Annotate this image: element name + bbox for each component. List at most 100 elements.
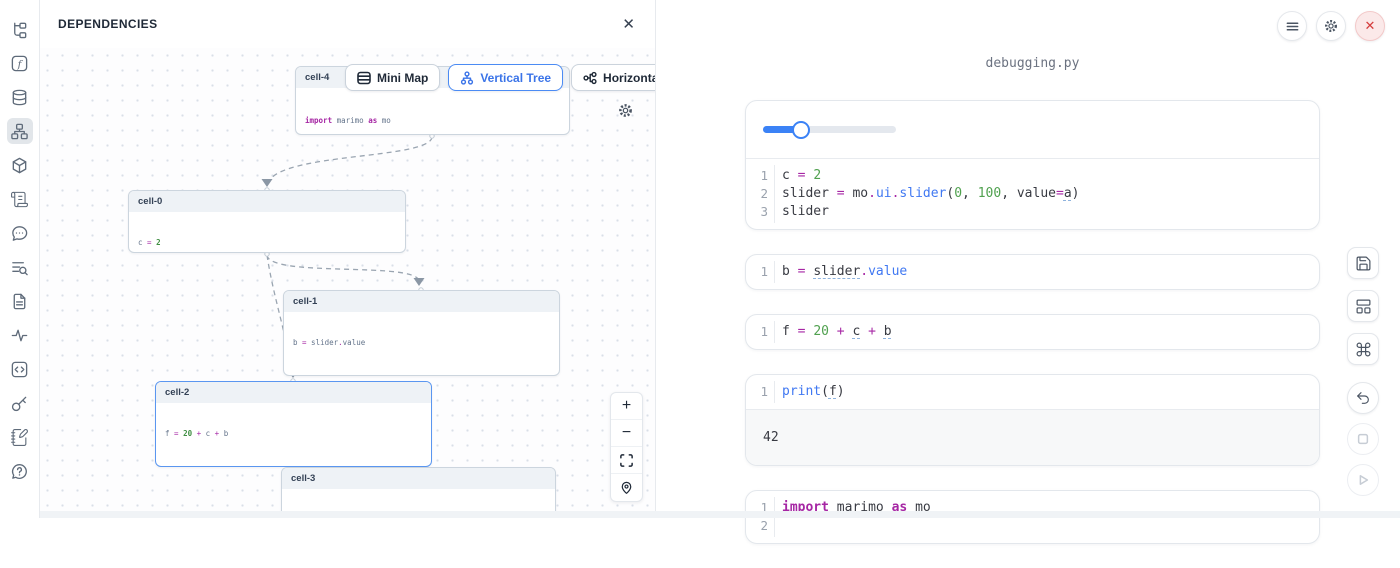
help-icon xyxy=(10,462,29,481)
function-icon: f xyxy=(10,54,29,73)
sidebar-item-dependencies[interactable] xyxy=(7,118,33,144)
mini-map-label: Mini Map xyxy=(377,71,428,85)
center-view-button[interactable] xyxy=(611,474,642,501)
mini-map-icon xyxy=(357,71,371,85)
code-line: slider xyxy=(774,203,829,221)
sidebar-item-chat[interactable] xyxy=(7,220,33,246)
line-number: 2 xyxy=(746,517,774,535)
gear-icon xyxy=(1323,18,1339,34)
hamburger-menu-icon xyxy=(1285,19,1300,34)
graph-node-cell-0[interactable]: cell-0 c = 2 slider = mo.ui.slider(0, 10… xyxy=(128,190,406,253)
code-editor[interactable]: 1b = slider.value xyxy=(746,255,1319,289)
horizontal-tree-label: Horizontal Tree xyxy=(603,71,655,85)
notebook-settings-button[interactable] xyxy=(1316,11,1346,41)
code-line: slider = mo.ui.slider(0, 100, value=a) xyxy=(774,185,1079,203)
arrowhead xyxy=(414,278,425,286)
undo-button[interactable] xyxy=(1347,382,1379,414)
vertical-tree-icon xyxy=(460,71,474,85)
panel-title: DEPENDENCIES xyxy=(58,17,158,31)
code-line: c = 2 xyxy=(774,167,821,185)
code-editor[interactable]: 1f = 20 + c + b xyxy=(746,315,1319,349)
line-number: 1 xyxy=(746,323,774,341)
close-panel-button[interactable]: ✕ xyxy=(622,17,635,32)
notebook-cell: 1b = slider.value xyxy=(745,254,1320,290)
dependency-graph-icon xyxy=(10,122,29,141)
graph-node-cell-1[interactable]: cell-1 b = slider.value xyxy=(283,290,560,376)
line-number: 1 xyxy=(746,263,774,281)
zoom-in-button[interactable]: + xyxy=(611,393,642,420)
code-line xyxy=(774,517,782,535)
graph-settings-button[interactable] xyxy=(617,102,634,122)
line-number: 3 xyxy=(746,203,774,221)
graph-node-cell-2[interactable]: cell-2 f = 20 + c + b xyxy=(155,381,432,467)
dependencies-panel: DEPENDENCIES ✕ xyxy=(40,0,656,518)
dependencies-header: DEPENDENCIES ✕ xyxy=(40,0,655,48)
activity-icon xyxy=(10,326,29,345)
sidebar-item-tracing[interactable] xyxy=(7,322,33,348)
shutdown-button[interactable]: ✕ xyxy=(1355,11,1385,41)
sidebar-item-snippets[interactable] xyxy=(7,356,33,382)
svg-text:f: f xyxy=(17,58,24,70)
code-line: f = 20 + c + b xyxy=(774,323,892,341)
graph-node-code: c = 2 slider = mo.ui.slider(0, 100, valu… xyxy=(129,212,405,253)
fit-view-button[interactable] xyxy=(611,447,642,474)
slider-widget[interactable] xyxy=(763,126,896,133)
edge-cell0-cell1 xyxy=(267,255,419,281)
fit-view-icon xyxy=(619,453,634,468)
sidebar-item-search[interactable] xyxy=(7,254,33,280)
graph-node-title: cell-1 xyxy=(284,291,559,312)
sidebar-item-packages[interactable] xyxy=(7,152,33,178)
horizontal-tree-button[interactable]: Horizontal Tree xyxy=(571,64,655,91)
arrowhead xyxy=(262,179,273,187)
code-editor[interactable]: 1c = 2 2slider = mo.ui.slider(0, 100, va… xyxy=(746,159,1319,229)
vertical-tree-label: Vertical Tree xyxy=(480,71,551,85)
vertical-tree-button[interactable]: Vertical Tree xyxy=(448,64,563,91)
stop-square-icon xyxy=(1356,432,1370,446)
code-editor[interactable]: 1print(f) xyxy=(746,375,1319,409)
sidebar-item-file-tree[interactable] xyxy=(7,16,33,42)
package-cube-icon xyxy=(10,156,29,175)
key-icon xyxy=(10,394,29,413)
sidebar-item-scratchpad[interactable] xyxy=(7,424,33,450)
document-icon xyxy=(10,292,29,311)
line-number: 1 xyxy=(746,167,774,185)
command-palette-button[interactable] xyxy=(1347,333,1379,365)
sidebar-item-secrets[interactable] xyxy=(7,390,33,416)
command-key-icon xyxy=(1355,341,1372,358)
save-floppy-icon xyxy=(1355,255,1372,272)
sidebar-item-documentation[interactable] xyxy=(7,288,33,314)
code-block-icon xyxy=(10,360,29,379)
notebook-cell-print: 1print(f) 42 xyxy=(745,374,1320,466)
save-button[interactable] xyxy=(1347,247,1379,279)
sidebar-item-logs[interactable] xyxy=(7,186,33,212)
cell-output-area xyxy=(746,101,1319,159)
layout-button[interactable] xyxy=(1347,290,1379,322)
play-triangle-icon xyxy=(1356,473,1370,487)
slider-thumb[interactable] xyxy=(792,121,810,139)
run-button[interactable] xyxy=(1347,464,1379,496)
layout-panels-icon xyxy=(1355,298,1372,315)
close-icon: ✕ xyxy=(622,16,635,33)
console-output-text: 42 xyxy=(763,430,779,445)
code-line: print(f) xyxy=(774,383,845,401)
graph-node-title: cell-0 xyxy=(129,191,405,212)
stop-button[interactable] xyxy=(1347,423,1379,455)
activity-sidebar: f xyxy=(0,0,40,518)
graph-view-toolbar: Mini Map Vertical Tree Horizontal Tree xyxy=(345,64,655,91)
notebook-menu-button[interactable] xyxy=(1277,11,1307,41)
code-line: b = slider.value xyxy=(774,263,907,281)
mini-map-button[interactable]: Mini Map xyxy=(345,64,440,91)
sidebar-item-database[interactable] xyxy=(7,84,33,110)
undo-icon xyxy=(1355,390,1371,406)
minus-icon: − xyxy=(622,425,631,441)
sidebar-item-help[interactable] xyxy=(7,458,33,484)
database-icon xyxy=(10,88,29,107)
graph-node-title: cell-2 xyxy=(156,382,431,403)
dependency-graph-canvas[interactable]: cell-4 import marimo as mo a = 20 cell-0… xyxy=(40,48,655,518)
zoom-out-button[interactable]: − xyxy=(611,420,642,447)
bottom-edge-strip xyxy=(40,511,1400,518)
sidebar-item-function[interactable]: f xyxy=(7,50,33,76)
notebook-filename[interactable]: debugging.py xyxy=(745,56,1320,71)
notebook-cell-slider: 1c = 2 2slider = mo.ui.slider(0, 100, va… xyxy=(745,100,1320,230)
edge-cell4-cell0 xyxy=(268,137,432,184)
